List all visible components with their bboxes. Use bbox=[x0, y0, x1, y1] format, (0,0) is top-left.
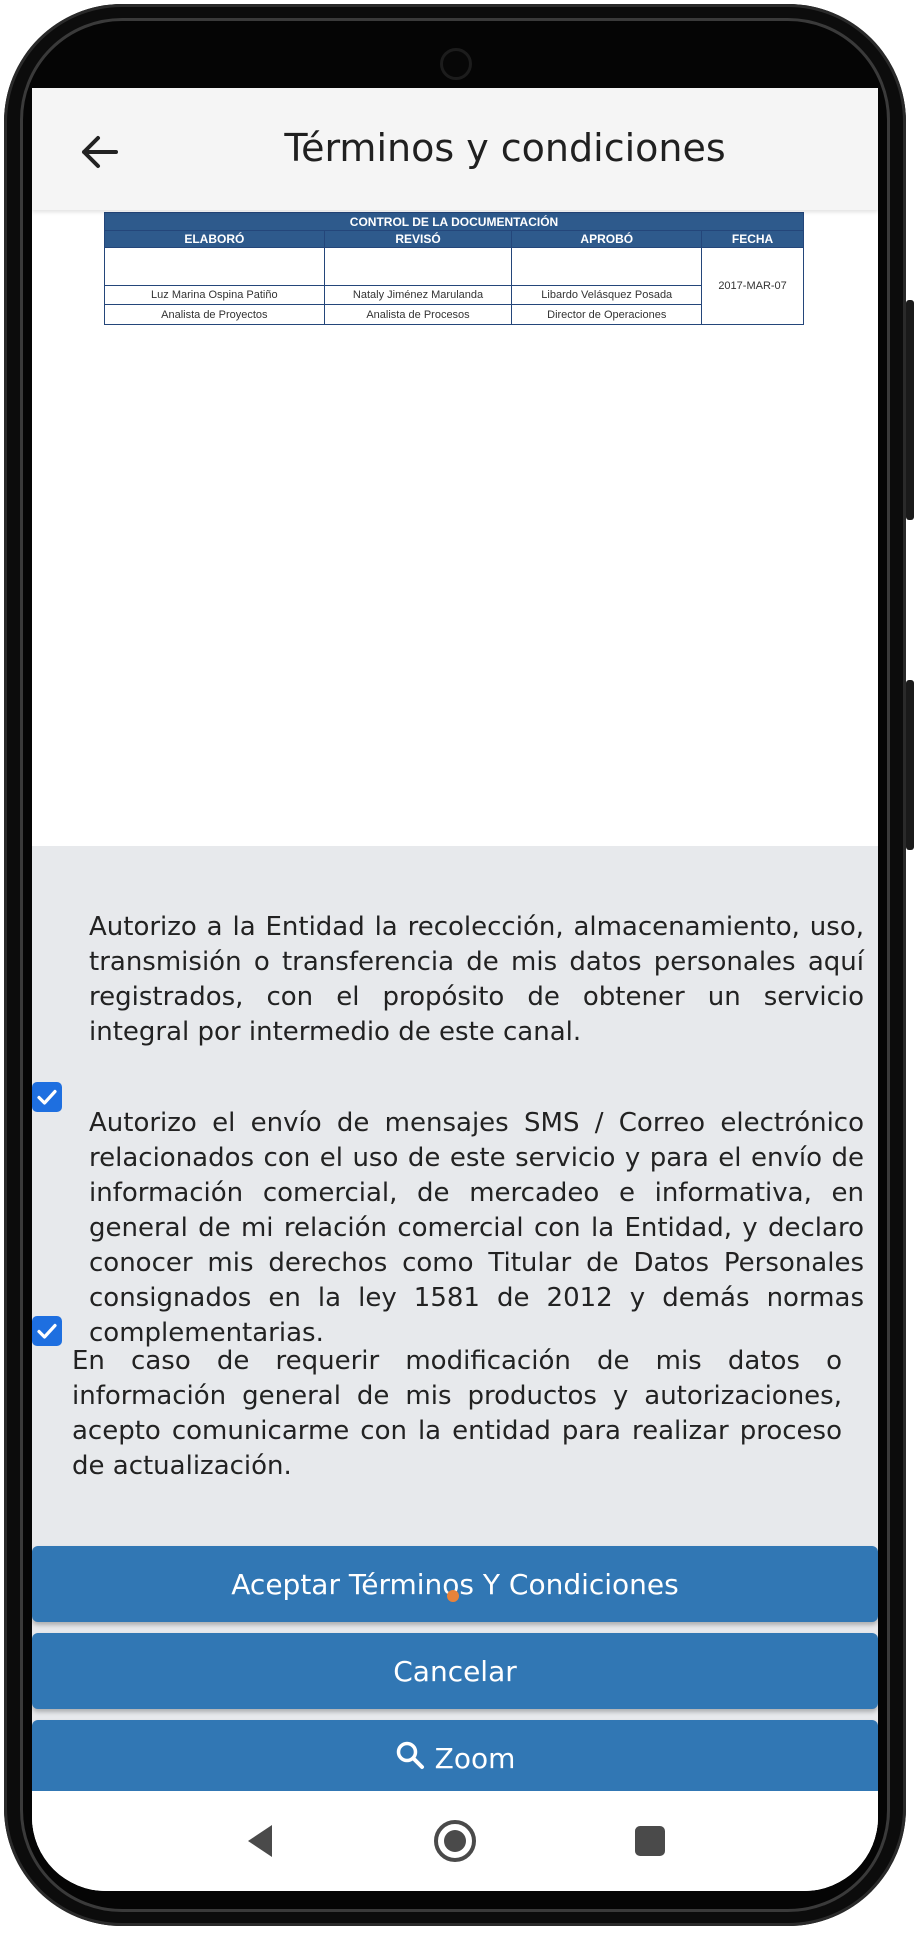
cancel-button[interactable]: Cancelar bbox=[32, 1633, 878, 1709]
name-cell: Luz Marina Ospina Patiño bbox=[104, 285, 325, 305]
front-camera bbox=[440, 48, 472, 80]
update-notice-text: En caso de requerir modificación de mis … bbox=[72, 1346, 842, 1481]
zoom-label: Zoom bbox=[434, 1741, 516, 1775]
touch-indicator bbox=[447, 1590, 459, 1602]
zoom-button[interactable]: Zoom bbox=[32, 1720, 878, 1796]
circle-home-icon[interactable] bbox=[427, 1813, 483, 1869]
header-fecha: FECHA bbox=[701, 230, 804, 248]
triangle-back-icon[interactable] bbox=[232, 1813, 288, 1869]
power-button bbox=[906, 680, 914, 850]
cancel-label: Cancelar bbox=[393, 1654, 517, 1688]
name-cell: Libardo Velásquez Posada bbox=[511, 285, 703, 305]
data-authorization-checkbox[interactable] bbox=[32, 1082, 62, 1112]
name-cell: Nataly Jiménez Marulanda bbox=[323, 285, 513, 305]
square-recents-icon[interactable] bbox=[622, 1813, 678, 1869]
header-elaboro: ELABORÓ bbox=[104, 230, 325, 248]
search-icon bbox=[395, 1740, 425, 1777]
signature-cell bbox=[323, 247, 513, 286]
role-cell: Director de Operaciones bbox=[511, 304, 703, 325]
role-cell: Analista de Proyectos bbox=[104, 304, 325, 325]
table-title: CONTROL DE LA DOCUMENTACIÓN bbox=[104, 212, 804, 231]
signature-cell bbox=[511, 247, 703, 286]
arrow-left-icon[interactable] bbox=[72, 124, 128, 180]
date-cell: 2017-MAR-07 bbox=[701, 247, 804, 325]
header-reviso: REVISÓ bbox=[323, 230, 513, 248]
documentation-control-table: CONTROL DE LA DOCUMENTACIÓN ELABORÓ REVI… bbox=[104, 212, 804, 325]
checkmark-icon bbox=[37, 1323, 57, 1339]
role-cell: Analista de Procesos bbox=[323, 304, 513, 325]
page-title: Términos y condiciones bbox=[284, 126, 726, 170]
volume-button bbox=[906, 300, 914, 520]
sms-email-authorization-text: Autorizo el envío de mensajes SMS / Corr… bbox=[89, 1108, 864, 1348]
signature-cell bbox=[104, 247, 325, 286]
document-viewer[interactable]: CONTROL DE LA DOCUMENTACIÓN ELABORÓ REVI… bbox=[32, 210, 878, 846]
app-bar: Términos y condiciones bbox=[32, 88, 878, 210]
accept-terms-button[interactable]: Aceptar Términos Y Condiciones bbox=[32, 1546, 878, 1622]
header-aprobo: APROBÓ bbox=[511, 230, 703, 248]
system-navigation-bar bbox=[32, 1791, 878, 1891]
checkmark-icon bbox=[37, 1089, 57, 1105]
data-authorization-text: Autorizo a la Entidad la recolección, al… bbox=[89, 912, 864, 1047]
app-screen: Términos y condiciones CONTROL DE LA DOC… bbox=[32, 88, 878, 1891]
sms-email-authorization-checkbox[interactable] bbox=[32, 1316, 62, 1346]
